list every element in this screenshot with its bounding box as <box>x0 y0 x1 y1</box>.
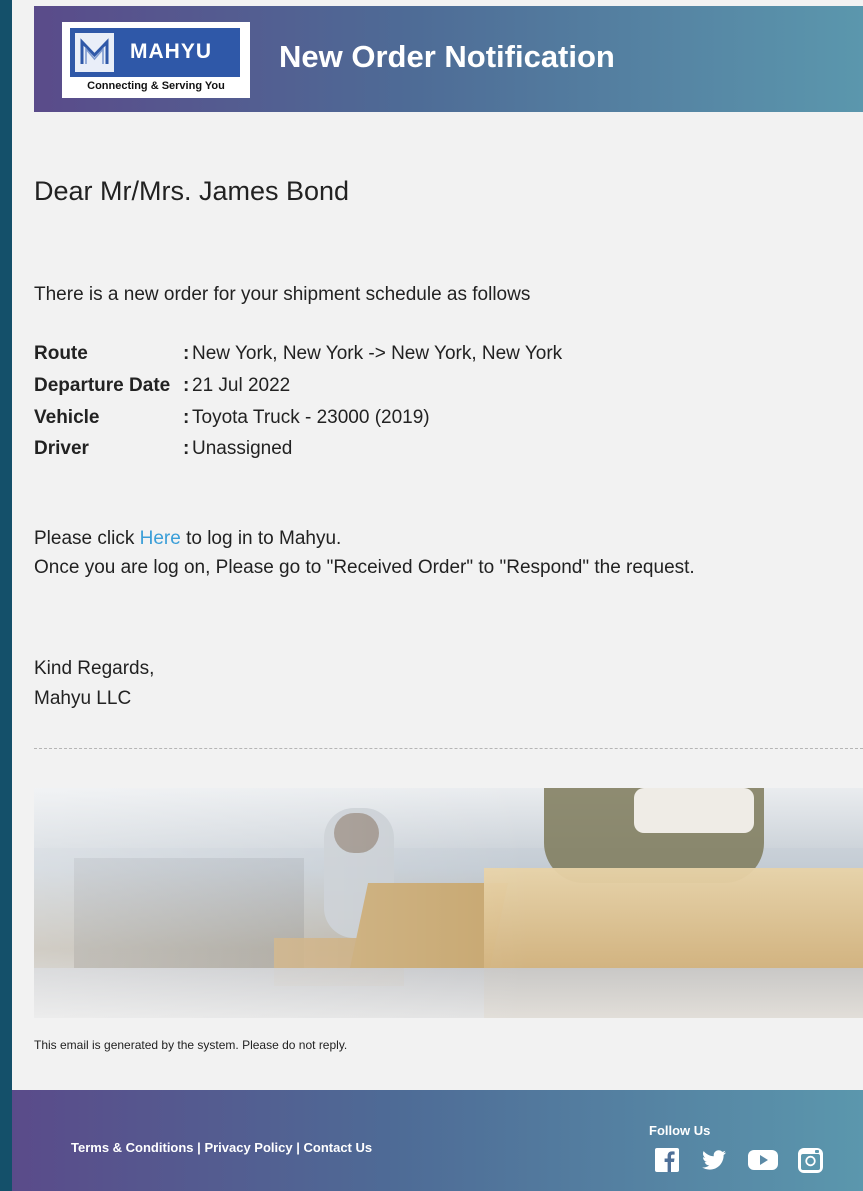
follow-us-label: Follow Us <box>649 1123 711 1138</box>
logo-badge: MAHYU <box>70 28 240 77</box>
intro-text: There is a new order for your shipment s… <box>34 284 531 305</box>
footer-links: Terms & Conditions | Privacy Policy | Co… <box>71 1140 372 1155</box>
mahyu-logo: MAHYU Connecting & Serving You <box>62 22 250 98</box>
login-prefix: Please click <box>34 528 140 549</box>
detail-label: Route <box>34 343 88 364</box>
detail-separator: : <box>183 375 190 396</box>
page-title: New Order Notification <box>279 39 615 74</box>
here-link[interactable]: Here <box>140 528 181 549</box>
detail-separator: : <box>183 343 190 364</box>
email-body: MAHYU Connecting & Serving You New Order… <box>12 0 863 1191</box>
email-header: MAHYU Connecting & Serving You New Order… <box>34 6 863 112</box>
warehouse-banner-image <box>34 788 863 1018</box>
dashed-divider <box>34 748 863 749</box>
system-disclaimer: This email is generated by the system. P… <box>34 1038 348 1052</box>
terms-link[interactable]: Terms & Conditions <box>71 1140 194 1155</box>
login-instruction: Please click Here to log in to Mahyu. <box>34 528 341 550</box>
detail-separator: : <box>183 407 190 428</box>
detail-label: Vehicle <box>34 407 100 428</box>
detail-label: Driver <box>34 438 89 459</box>
twitter-icon[interactable] <box>700 1145 728 1173</box>
footer-divider: | <box>296 1140 300 1155</box>
signoff-company: Mahyu LLC <box>34 688 132 709</box>
m-logo-icon <box>75 33 114 72</box>
email-footer: Terms & Conditions | Privacy Policy | Co… <box>12 1090 863 1191</box>
detail-value: 21 Jul 2022 <box>192 375 291 396</box>
signoff-line: Kind Regards, <box>34 658 155 679</box>
contact-link[interactable]: Contact Us <box>304 1140 373 1155</box>
instagram-icon[interactable] <box>796 1145 824 1173</box>
youtube-icon[interactable] <box>747 1145 778 1173</box>
detail-value: Toyota Truck - 23000 (2019) <box>192 407 430 428</box>
footer-divider: | <box>197 1140 201 1155</box>
detail-value: New York, New York -> New York, New York <box>192 343 563 364</box>
respond-instruction: Once you are log on, Please go to "Recei… <box>34 557 695 578</box>
greeting: Dear Mr/Mrs. James Bond <box>34 176 350 206</box>
privacy-link[interactable]: Privacy Policy <box>204 1140 292 1155</box>
detail-label: Departure Date <box>34 375 171 396</box>
detail-value: Unassigned <box>192 438 293 459</box>
logo-brand-text: MAHYU <box>130 40 212 63</box>
logo-tagline: Connecting & Serving You <box>87 80 225 92</box>
facebook-icon[interactable] <box>653 1145 681 1173</box>
login-suffix: to log in to Mahyu. <box>180 528 342 549</box>
detail-separator: : <box>183 438 190 459</box>
